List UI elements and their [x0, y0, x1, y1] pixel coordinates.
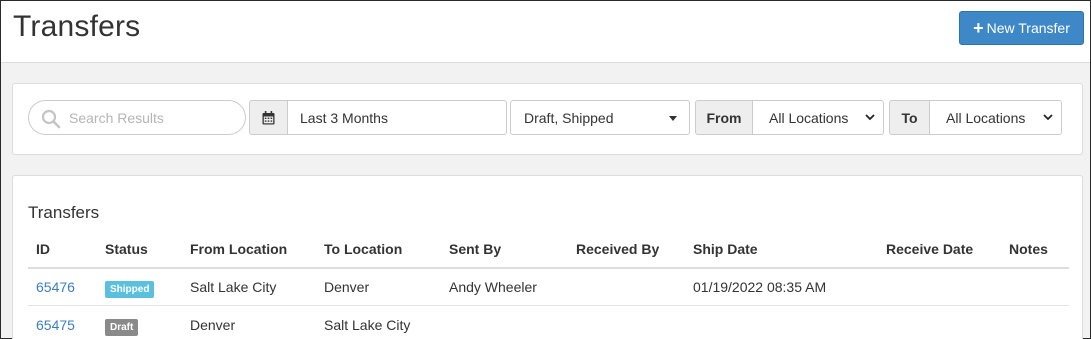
to-label: To	[889, 100, 930, 135]
filter-panel: Last 3 Months Draft, Shipped From All Lo…	[12, 83, 1083, 155]
transfer-id-link[interactable]: 65476	[36, 279, 75, 295]
ship-date-cell: 01/19/2022 08:35 AM	[693, 279, 827, 295]
chevron-down-icon	[1043, 114, 1053, 121]
column-header-to-location[interactable]: To Location	[324, 241, 402, 257]
new-transfer-label: New Transfer	[986, 20, 1070, 36]
status-badge: Draft	[105, 319, 139, 336]
status-badge: Shipped	[105, 281, 155, 298]
from-location-cell: Salt Lake City	[190, 279, 277, 295]
caret-down-icon	[669, 116, 677, 121]
from-label: From	[695, 100, 753, 135]
column-header-received-by[interactable]: Received By	[576, 241, 659, 257]
search-icon	[41, 109, 61, 129]
column-header-receive-date[interactable]: Receive Date	[886, 241, 973, 257]
to-location-value: All Locations	[946, 110, 1026, 126]
from-location-select[interactable]: All Locations	[752, 100, 884, 135]
status-select-value: Draft, Shipped	[524, 110, 614, 126]
table-row[interactable]: 65475 Draft Denver Salt Lake City	[28, 307, 1069, 339]
transfers-table-panel: Transfers ID Status From Location To Loc…	[12, 175, 1083, 339]
to-location-cell: Salt Lake City	[324, 317, 411, 333]
status-select[interactable]: Draft, Shipped	[510, 100, 690, 135]
column-header-status[interactable]: Status	[105, 241, 148, 257]
column-header-from-location[interactable]: From Location	[190, 241, 287, 257]
new-transfer-button[interactable]: + New Transfer	[959, 11, 1084, 45]
column-header-notes[interactable]: Notes	[1009, 241, 1048, 257]
page-title: Transfers	[13, 10, 141, 43]
column-header-id[interactable]: ID	[36, 241, 50, 257]
table-title: Transfers	[28, 203, 100, 222]
plus-icon: +	[973, 18, 984, 38]
column-header-ship-date[interactable]: Ship Date	[693, 241, 758, 257]
search-input[interactable]	[69, 107, 239, 129]
to-location-cell: Denver	[324, 279, 370, 295]
column-header-sent-by[interactable]: Sent By	[449, 241, 501, 257]
table-header: ID Status From Location To Location Sent…	[28, 232, 1069, 269]
search-box[interactable]	[28, 100, 246, 135]
chevron-down-icon	[865, 114, 875, 121]
calendar-button[interactable]	[249, 100, 288, 135]
sent-by-cell: Andy Wheeler	[449, 279, 537, 295]
page-header: Transfers + New Transfer	[1, 1, 1090, 63]
transfer-id-link[interactable]: 65475	[36, 317, 75, 333]
date-range-field[interactable]: Last 3 Months	[287, 100, 507, 135]
calendar-icon	[262, 110, 275, 124]
to-location-select[interactable]: All Locations	[929, 100, 1062, 135]
from-location-value: All Locations	[769, 110, 849, 126]
from-location-cell: Denver	[190, 317, 236, 333]
table-row[interactable]: 65476 Shipped Salt Lake City Denver Andy…	[28, 269, 1069, 306]
